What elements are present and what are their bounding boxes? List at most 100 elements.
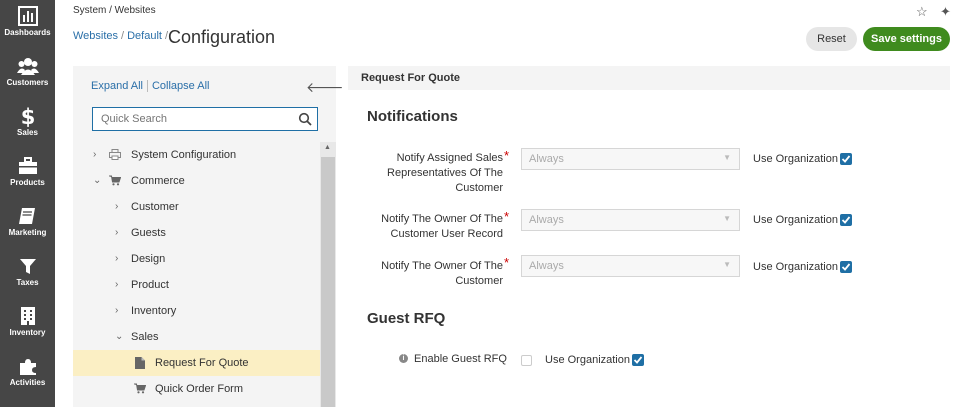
reset-button[interactable]: Reset <box>806 27 857 51</box>
tree-item-label: Product <box>131 279 169 291</box>
use-organization-checkbox[interactable] <box>840 214 852 226</box>
tree-item-design[interactable]: › Design <box>73 246 320 272</box>
tree-item-customer[interactable]: › Customer <box>73 194 320 220</box>
collapse-panel-icon[interactable]: 🡐 <box>306 79 344 96</box>
chevron-down-icon[interactable]: ⌄ <box>115 324 123 350</box>
scroll-up-icon[interactable]: ▲ <box>324 144 331 151</box>
dashboard-icon <box>17 6 38 26</box>
quick-search-input[interactable] <box>93 108 293 130</box>
nav-label: Activities <box>9 378 46 387</box>
users-icon <box>16 58 39 75</box>
section-header: Request For Quote <box>348 66 950 90</box>
cart-icon <box>109 175 121 186</box>
chevron-down-icon[interactable]: ⌄ <box>93 168 101 194</box>
use-organization-label: Use Organization <box>753 153 838 165</box>
nav-label: Customers <box>6 78 49 87</box>
chevron-right-icon[interactable]: › <box>93 142 96 168</box>
file-icon <box>135 357 145 369</box>
chevron-right-icon[interactable]: › <box>115 194 118 220</box>
chevron-right-icon[interactable]: › <box>115 298 118 324</box>
nav-marketing[interactable]: Marketing <box>0 200 55 250</box>
breadcrumb-websites-link[interactable]: Websites <box>73 30 118 42</box>
label-line: Notify The Owner Of The <box>381 260 503 272</box>
required-asterisk: * <box>504 209 510 224</box>
chevron-right-icon[interactable]: › <box>115 220 118 246</box>
section-title: Request For Quote <box>361 72 461 84</box>
nav-products[interactable]: Products <box>0 150 55 200</box>
use-organization-checkbox[interactable] <box>840 153 852 165</box>
nav-taxes[interactable]: Taxes <box>0 250 55 300</box>
tree-item-label: Design <box>131 253 166 265</box>
use-organization-label: Use Organization <box>753 214 838 226</box>
nav-activities[interactable]: Activities <box>0 350 55 400</box>
label-line: Notify The Owner Of The <box>381 213 503 225</box>
chevron-down-icon: ▼ <box>723 214 731 223</box>
checkmark-icon <box>633 356 643 364</box>
save-settings-button[interactable]: Save settings <box>863 27 950 51</box>
dollar-icon: $ <box>20 105 35 127</box>
checkmark-icon <box>841 216 851 224</box>
select-value: Always <box>529 214 564 226</box>
select-value: Always <box>529 260 564 272</box>
svg-text:$: $ <box>20 105 35 127</box>
tree-item-product[interactable]: › Product <box>73 272 320 298</box>
star-icon[interactable]: ☆ <box>916 4 928 20</box>
tree-item-system-configuration[interactable]: › System Configuration <box>73 142 320 168</box>
required-asterisk: * <box>504 255 510 270</box>
breadcrumb: Websites / Default / <box>73 30 171 42</box>
cart-icon <box>134 383 146 394</box>
tree-item-label: Customer <box>131 201 179 213</box>
quick-search <box>92 107 318 131</box>
main-menu: Dashboards Customers $ Sales Products Ma… <box>0 0 55 407</box>
nav-sales[interactable]: $ Sales <box>0 100 55 150</box>
owner-customer-user-select[interactable]: Always ▼ <box>521 209 740 231</box>
tree-scrollbar[interactable]: ▲ <box>320 142 336 407</box>
tree-item-label: Guests <box>131 227 166 239</box>
tree-item-commerce[interactable]: ⌄ Commerce <box>73 168 320 194</box>
scrollbar-thumb[interactable] <box>321 157 335 407</box>
nav-dashboards[interactable]: Dashboards <box>0 0 55 50</box>
use-organization-label: Use Organization <box>545 354 630 366</box>
tree-item-inventory[interactable]: › Inventory <box>73 298 320 324</box>
chevron-right-icon[interactable]: › <box>115 246 118 272</box>
enable-guest-rfq-checkbox[interactable] <box>521 355 532 366</box>
collapse-all-link[interactable]: Collapse All <box>152 80 209 92</box>
tree-item-label: Sales <box>131 331 159 343</box>
tree-item-request-for-quote[interactable]: Request For Quote <box>73 350 320 376</box>
label-line: Customer User Record <box>390 228 503 240</box>
page-title: Configuration <box>168 27 276 47</box>
book-icon <box>18 208 35 224</box>
label-line: Customer <box>455 275 503 287</box>
nav-label: Dashboards <box>4 28 51 37</box>
nav-label: Products <box>10 178 45 187</box>
use-organization-checkbox[interactable] <box>840 261 852 273</box>
search-icon[interactable] <box>298 112 312 126</box>
tree-item-label: Request For Quote <box>155 357 249 369</box>
owner-customer-select[interactable]: Always ▼ <box>521 255 740 277</box>
chevron-down-icon: ▼ <box>723 153 731 162</box>
nav-label: Sales <box>17 128 38 137</box>
tree-item-guests[interactable]: › Guests <box>73 220 320 246</box>
select-value: Always <box>529 153 564 165</box>
tree-item-quick-order-form[interactable]: Quick Order Form <box>73 376 320 402</box>
info-icon[interactable]: i <box>399 354 408 363</box>
use-organization-checkbox[interactable] <box>632 354 644 366</box>
enable-guest-rfq-label: Enable Guest RFQ <box>414 353 507 365</box>
page-actions: ☆ ✦ <box>916 4 952 20</box>
nav-customers[interactable]: Customers <box>0 50 55 100</box>
nav-label: Taxes <box>16 278 39 287</box>
breadcrumb-separator: / <box>121 30 125 42</box>
tree-item-sales[interactable]: ⌄ Sales <box>73 324 320 350</box>
nav-inventory[interactable]: Inventory <box>0 300 55 350</box>
config-tree-panel: Expand All Collapse All 🡐 › System Config… <box>73 66 344 407</box>
tree-item-label: Quick Order Form <box>155 383 244 395</box>
puzzle-icon <box>19 359 36 375</box>
chevron-right-icon[interactable]: › <box>115 272 118 298</box>
notifications-title: Notifications <box>367 108 458 125</box>
pin-icon[interactable]: ✦ <box>940 4 951 20</box>
checkmark-icon <box>841 263 851 271</box>
assigned-sales-reps-select[interactable]: Always ▼ <box>521 148 740 170</box>
breadcrumb-top: System / Websites <box>73 5 156 16</box>
breadcrumb-default-link[interactable]: Default <box>127 30 162 42</box>
expand-all-link[interactable]: Expand All <box>91 80 143 92</box>
